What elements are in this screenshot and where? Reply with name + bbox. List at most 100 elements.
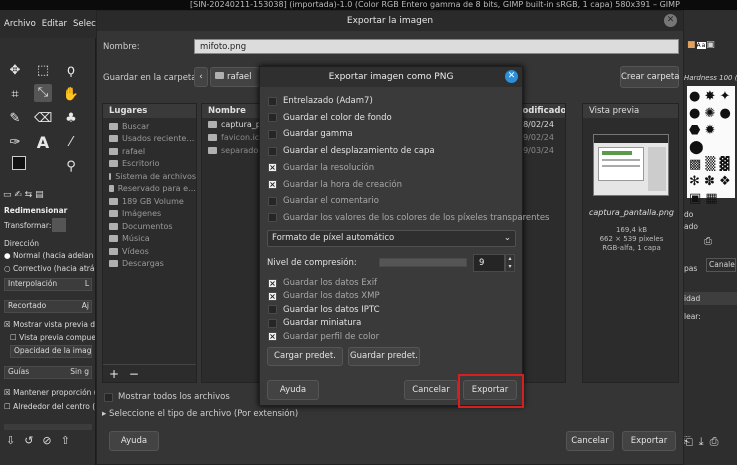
- interpolation-select[interactable]: Interpolación L: [4, 278, 92, 291]
- png-option-checkbox[interactable]: Guardar los valores de los colores de lo…: [268, 213, 549, 223]
- png-option-checkbox[interactable]: Guardar el desplazamiento de capa: [268, 146, 435, 156]
- dock-text-3: pas: [684, 264, 698, 273]
- png-option-checkbox[interactable]: Entrelazado (Adam7): [268, 96, 373, 106]
- eraser-icon[interactable]: ⌫: [34, 110, 52, 128]
- places-header: Lugares: [103, 104, 196, 118]
- png-option-checkbox[interactable]: Guardar gamma: [268, 129, 353, 139]
- column-name[interactable]: Nombre: [208, 106, 246, 116]
- place-item[interactable]: Buscar: [103, 120, 196, 133]
- place-item[interactable]: Reservado para e…: [103, 183, 196, 196]
- save-defaults-button[interactable]: Guardar predet.: [348, 347, 420, 366]
- dock-bottom-icons[interactable]: ⎗⤓⎙: [684, 435, 737, 449]
- png-option-checkbox[interactable]: Guardar el color de fondo: [268, 113, 392, 123]
- place-item[interactable]: 189 GB Volume: [103, 195, 196, 208]
- image-opacity-slider[interactable]: Opacidad de la imagen: [10, 345, 92, 358]
- channels-tab[interactable]: Canale: [706, 258, 736, 272]
- panel-bottom-icons[interactable]: ⇩↺⊘⇧: [6, 434, 92, 447]
- place-item[interactable]: Descargas: [103, 258, 196, 271]
- brush-grid[interactable]: ● ✸ ✦ ● ✺ ● ⬣ ✹ ⬤ ▩ ▒ ▓ ✻ ✽ ❖ ▣ ▦: [687, 86, 735, 206]
- menu-editar[interactable]: Editar: [42, 19, 67, 29]
- composite-preview-checkbox[interactable]: ☐ Vista previa compuest: [10, 333, 95, 342]
- png-option-checkbox[interactable]: Guardar los datos IPTC: [268, 305, 380, 315]
- clone-tool-icon[interactable]: ♣: [62, 110, 80, 128]
- png-option-checkbox[interactable]: × Guardar la resolución: [268, 163, 374, 173]
- png-option-checkbox[interactable]: Guardar el comentario: [268, 196, 379, 206]
- panel-scrollbar[interactable]: [4, 424, 92, 430]
- dir-corrective-radio[interactable]: ○ Correctivo (hacia atrá: [4, 264, 95, 273]
- folder-icon: [109, 147, 118, 155]
- add-bookmark-button[interactable]: +: [109, 367, 119, 381]
- export-help-button[interactable]: Ayuda: [109, 431, 159, 451]
- png-help-button[interactable]: Ayuda: [267, 380, 319, 400]
- lasso-icon[interactable]: ϙ: [62, 62, 80, 80]
- transform-layer-icon[interactable]: [52, 218, 66, 232]
- load-defaults-button[interactable]: Cargar predet.: [267, 347, 343, 366]
- compression-label: Nivel de compresión:: [267, 258, 357, 268]
- export-main-button[interactable]: Exportar: [622, 431, 676, 451]
- lock-label: lear:: [684, 312, 701, 321]
- transform-label: Transformar:: [4, 221, 52, 230]
- place-item[interactable]: Escritorio: [103, 158, 196, 171]
- png-option-checkbox[interactable]: × Guardar perfil de color: [268, 332, 379, 342]
- text-tool-icon[interactable]: A: [34, 134, 52, 152]
- dock-top-icons[interactable]: ■Aa▣: [687, 40, 735, 50]
- place-item[interactable]: Música: [103, 233, 196, 246]
- select-file-type-expander[interactable]: ▸ Seleccione el tipo de archivo (Por ext…: [102, 409, 298, 419]
- png-dialog-close-icon[interactable]: ✕: [505, 70, 518, 83]
- remove-bookmark-button[interactable]: −: [129, 367, 139, 381]
- show-all-files-checkbox[interactable]: Mostrar todos los archivos: [104, 392, 230, 402]
- place-item[interactable]: rafael: [103, 145, 196, 158]
- png-option-checkbox[interactable]: Guardar miniatura: [268, 318, 361, 328]
- color-picker-icon[interactable]: ⁄: [62, 134, 80, 152]
- checkbox-checked-icon: ×: [268, 180, 277, 189]
- compression-spinbox[interactable]: 9: [473, 254, 505, 272]
- export-dialog-close-icon[interactable]: ✕: [664, 14, 677, 27]
- new-item-icon[interactable]: ⎙: [704, 236, 712, 247]
- place-item[interactable]: Usados reciente…: [103, 133, 196, 146]
- opacity-field[interactable]: idad: [684, 292, 737, 305]
- menubar: Archivo Editar Selecc: [0, 10, 96, 38]
- paintbrush-icon[interactable]: ✎: [6, 110, 24, 128]
- fg-bg-color-icon[interactable]: [6, 154, 32, 180]
- path-back-icon[interactable]: ‹: [194, 67, 208, 87]
- png-option-checkbox[interactable]: × Guardar los datos Exif: [268, 278, 377, 288]
- path-tool-icon[interactable]: ✑: [6, 134, 24, 152]
- menu-seleccionar[interactable]: Selecc: [73, 19, 96, 29]
- warp-tool-icon[interactable]: ✋: [62, 86, 80, 104]
- export-dialog-title: Exportar la imagen: [97, 11, 683, 31]
- folder-icon: [215, 72, 224, 79]
- path-crumb-rafael[interactable]: rafael: [210, 67, 260, 87]
- tab-icons[interactable]: ▭ ✍ ⇆ ▤: [3, 190, 93, 202]
- compression-slider[interactable]: [379, 258, 467, 267]
- clipping-select[interactable]: Recortado Aj: [4, 300, 92, 313]
- rect-select-icon[interactable]: ⬚: [34, 62, 52, 80]
- move-tool-icon[interactable]: ✥: [6, 62, 24, 80]
- checkbox-checked-icon: ×: [268, 278, 277, 288]
- pixel-format-select[interactable]: Formato de píxel automático ⌄: [267, 230, 516, 247]
- png-cancel-button[interactable]: Cancelar: [404, 380, 458, 400]
- show-preview-checkbox[interactable]: ☒ Mostrar vista previa de: [4, 320, 95, 329]
- crop-tool-icon[interactable]: ⌗: [6, 86, 24, 104]
- dir-normal-radio[interactable]: ● Normal (hacia adelan: [4, 251, 93, 260]
- spinbox-arrows-icon[interactable]: ▴ ▾: [505, 254, 515, 272]
- png-option-checkbox[interactable]: × Guardar los datos XMP: [268, 291, 380, 301]
- preview-header: Vista previa: [583, 104, 678, 118]
- guides-select[interactable]: Guías Sin g: [4, 366, 92, 379]
- place-item[interactable]: Imágenes: [103, 208, 196, 221]
- folder-icon: [109, 222, 118, 230]
- zoom-tool-icon[interactable]: ⚲: [62, 158, 80, 176]
- checkbox-empty-icon: [268, 196, 277, 206]
- menu-archivo[interactable]: Archivo: [4, 19, 36, 29]
- keep-ratio-checkbox[interactable]: ☒ Mantener proporción (M: [4, 388, 95, 397]
- checkbox-empty-icon: [268, 305, 277, 315]
- filename-input[interactable]: mifoto.png: [194, 39, 679, 54]
- place-item[interactable]: Vídeos: [103, 245, 196, 258]
- around-center-checkbox[interactable]: ☐ Alrededor del centro (Ct: [4, 402, 95, 411]
- create-folder-button[interactable]: Crear carpeta: [620, 66, 679, 88]
- png-option-checkbox[interactable]: × Guardar la hora de creación: [268, 180, 402, 190]
- preview-size: 169,4 kB: [615, 226, 648, 234]
- place-item[interactable]: Sistema de archivos: [103, 170, 196, 183]
- export-cancel-button[interactable]: Cancelar: [566, 431, 614, 451]
- scale-tool-icon[interactable]: ⤡: [34, 84, 52, 102]
- place-item[interactable]: Documentos: [103, 220, 196, 233]
